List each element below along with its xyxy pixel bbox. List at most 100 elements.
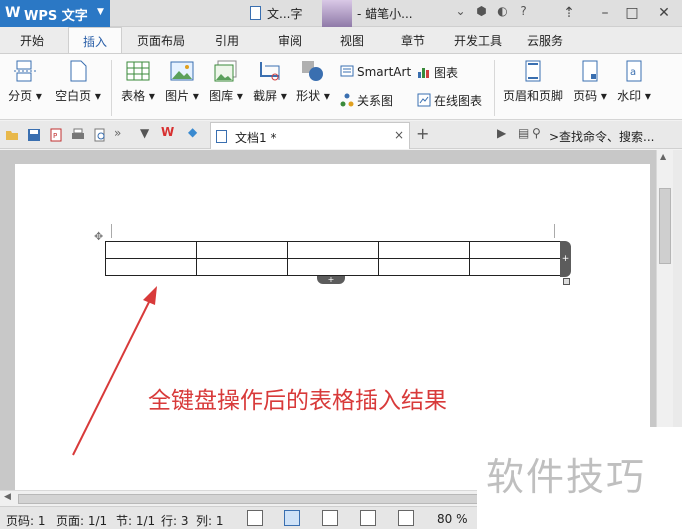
table-cell[interactable] <box>378 258 470 276</box>
table-cell[interactable] <box>287 258 379 276</box>
table-cell[interactable] <box>196 258 288 276</box>
table-cell[interactable] <box>105 241 197 259</box>
chart-button[interactable]: 图表 <box>417 64 458 81</box>
tab-view[interactable]: 视图 <box>340 32 364 49</box>
page-number-button[interactable]: 页码 ▾ <box>570 54 610 104</box>
maximize-icon[interactable]: □ <box>620 3 644 23</box>
export-pdf-icon[interactable]: P <box>49 128 63 142</box>
more-arrows-icon[interactable]: » <box>114 126 121 140</box>
add-row-button[interactable]: + <box>317 276 345 284</box>
user-name[interactable]: - 蜡笔小... <box>357 5 413 22</box>
status-column[interactable]: 列: 1 <box>196 512 224 529</box>
fullscreen-view-icon[interactable] <box>247 510 263 526</box>
status-page-count[interactable]: 页面: 1/1 <box>56 512 107 529</box>
table-button[interactable]: 表格 ▾ <box>118 54 158 104</box>
header-footer-button[interactable]: 页眉和页脚 <box>500 54 566 104</box>
chart-label: 图表 <box>434 66 459 80</box>
status-bar: 页码: 1 页面: 1/1 节: 1/1 行: 3 列: 1 80 % <box>0 506 477 529</box>
smartart-button[interactable]: SmartArt <box>340 64 411 79</box>
watermark-text: 软件技巧 <box>486 455 647 499</box>
open-folder-icon[interactable] <box>5 128 19 142</box>
cloud-cube-icon[interactable]: ◆ <box>188 125 197 139</box>
picture-icon <box>170 61 194 81</box>
tab-developer[interactable]: 开发工具 <box>454 32 502 49</box>
title-icons: ⌄ ⬢ ◐? <box>452 4 536 18</box>
tab-review[interactable]: 审阅 <box>278 32 302 49</box>
table-cell[interactable] <box>378 241 470 259</box>
status-section[interactable]: 节: 1/1 <box>116 512 155 529</box>
tab-cloud[interactable]: 云服务 <box>527 32 563 49</box>
ribbon-divider <box>111 60 112 116</box>
table-resize-handle[interactable] <box>563 278 570 285</box>
tab-references[interactable]: 引用 <box>215 32 239 49</box>
search-input[interactable]: >查找命令、搜索... <box>549 128 655 145</box>
eye-protection-icon[interactable] <box>398 510 414 526</box>
picture-label: 图片 <box>165 89 190 103</box>
wps-home-icon[interactable]: W <box>161 125 174 139</box>
zoom-level[interactable]: 80 % <box>437 512 468 526</box>
feedback-icon[interactable]: ◐ <box>494 4 511 18</box>
avatar[interactable] <box>322 0 352 27</box>
close-tab-icon[interactable]: × <box>394 128 404 142</box>
table-cell[interactable] <box>469 241 561 259</box>
smartart-icon <box>340 65 354 77</box>
inserted-table[interactable] <box>105 241 561 276</box>
print-icon[interactable] <box>71 128 85 142</box>
margin-marker <box>554 224 555 238</box>
minimize-icon[interactable]: – <box>593 3 617 23</box>
table-cell[interactable] <box>196 241 288 259</box>
screenshot-button[interactable]: 截屏 ▾ <box>250 54 290 104</box>
table-cell[interactable] <box>287 241 379 259</box>
margin-marker <box>111 224 112 238</box>
relation-chart-button[interactable]: 关系图 <box>340 92 393 109</box>
settings-icon[interactable]: ⬢ <box>473 4 490 18</box>
app-name: WPS 文字 <box>24 9 88 24</box>
blank-page-button[interactable]: 空白页 ▾ <box>52 54 104 104</box>
search-icon[interactable]: ⚲ <box>532 126 541 140</box>
save-icon[interactable] <box>27 128 41 142</box>
header-footer-label: 页眉和页脚 <box>502 89 563 103</box>
dropdown-arrow-icon: ▼ <box>97 7 104 17</box>
shapes-button[interactable]: 形状 ▾ <box>293 54 333 104</box>
relation-chart-label: 关系图 <box>357 94 394 108</box>
vertical-scroll-thumb[interactable] <box>659 188 671 264</box>
table-cell[interactable] <box>105 258 197 276</box>
document-tab[interactable]: 文档1 * × <box>210 122 410 149</box>
close-icon[interactable]: ✕ <box>652 3 676 23</box>
status-page-number[interactable]: 页码: 1 <box>6 512 46 529</box>
gallery-button[interactable]: 图库 ▾ <box>206 54 246 104</box>
scroll-left-icon[interactable]: ◀ <box>4 492 11 502</box>
watermark-label: 水印 <box>617 89 642 103</box>
chat-icon[interactable]: ▤ <box>518 126 529 140</box>
screenshot-label: 截屏 <box>253 89 278 103</box>
online-chart-button[interactable]: 在线图表 <box>417 92 482 109</box>
tab-page-layout[interactable]: 页面布局 <box>137 32 185 49</box>
page-break-button[interactable]: 分页 ▾ <box>5 54 45 104</box>
picture-button[interactable]: 图片 ▾ <box>162 54 202 104</box>
table-label: 表格 <box>121 89 146 103</box>
table-move-handle-icon[interactable]: ✥ <box>94 230 103 243</box>
play-icon[interactable]: ▶ <box>497 126 506 140</box>
customize-arrow-icon[interactable]: ▼ <box>140 126 149 140</box>
header-footer-icon <box>525 60 541 82</box>
print-preview-icon[interactable] <box>93 128 107 142</box>
help-icon[interactable]: ? <box>515 4 532 18</box>
document-title[interactable]: 文...字 <box>250 5 302 22</box>
status-row[interactable]: 行: 3 <box>161 512 189 529</box>
watermark-button[interactable]: a 水印 ▾ <box>614 54 654 104</box>
tab-home[interactable]: 开始 <box>20 32 44 49</box>
outline-view-icon[interactable] <box>322 510 338 526</box>
app-menu-button[interactable]: W WPS 文字 ▼ <box>0 0 110 27</box>
table-cell[interactable] <box>469 258 561 276</box>
page-view-icon[interactable] <box>284 510 300 526</box>
scroll-up-icon[interactable]: ▲ <box>660 152 666 161</box>
table-row <box>105 258 561 276</box>
tab-insert[interactable]: 插入 <box>68 27 123 54</box>
tab-section[interactable]: 章节 <box>401 32 425 49</box>
reading-view-icon[interactable] <box>360 510 376 526</box>
new-tab-button[interactable]: + <box>416 124 429 143</box>
skin-icon[interactable]: ⌄ <box>452 4 469 18</box>
restore-icon[interactable]: ⇡ <box>557 3 581 23</box>
add-column-button[interactable]: + <box>560 241 571 277</box>
gallery-icon <box>214 60 237 82</box>
